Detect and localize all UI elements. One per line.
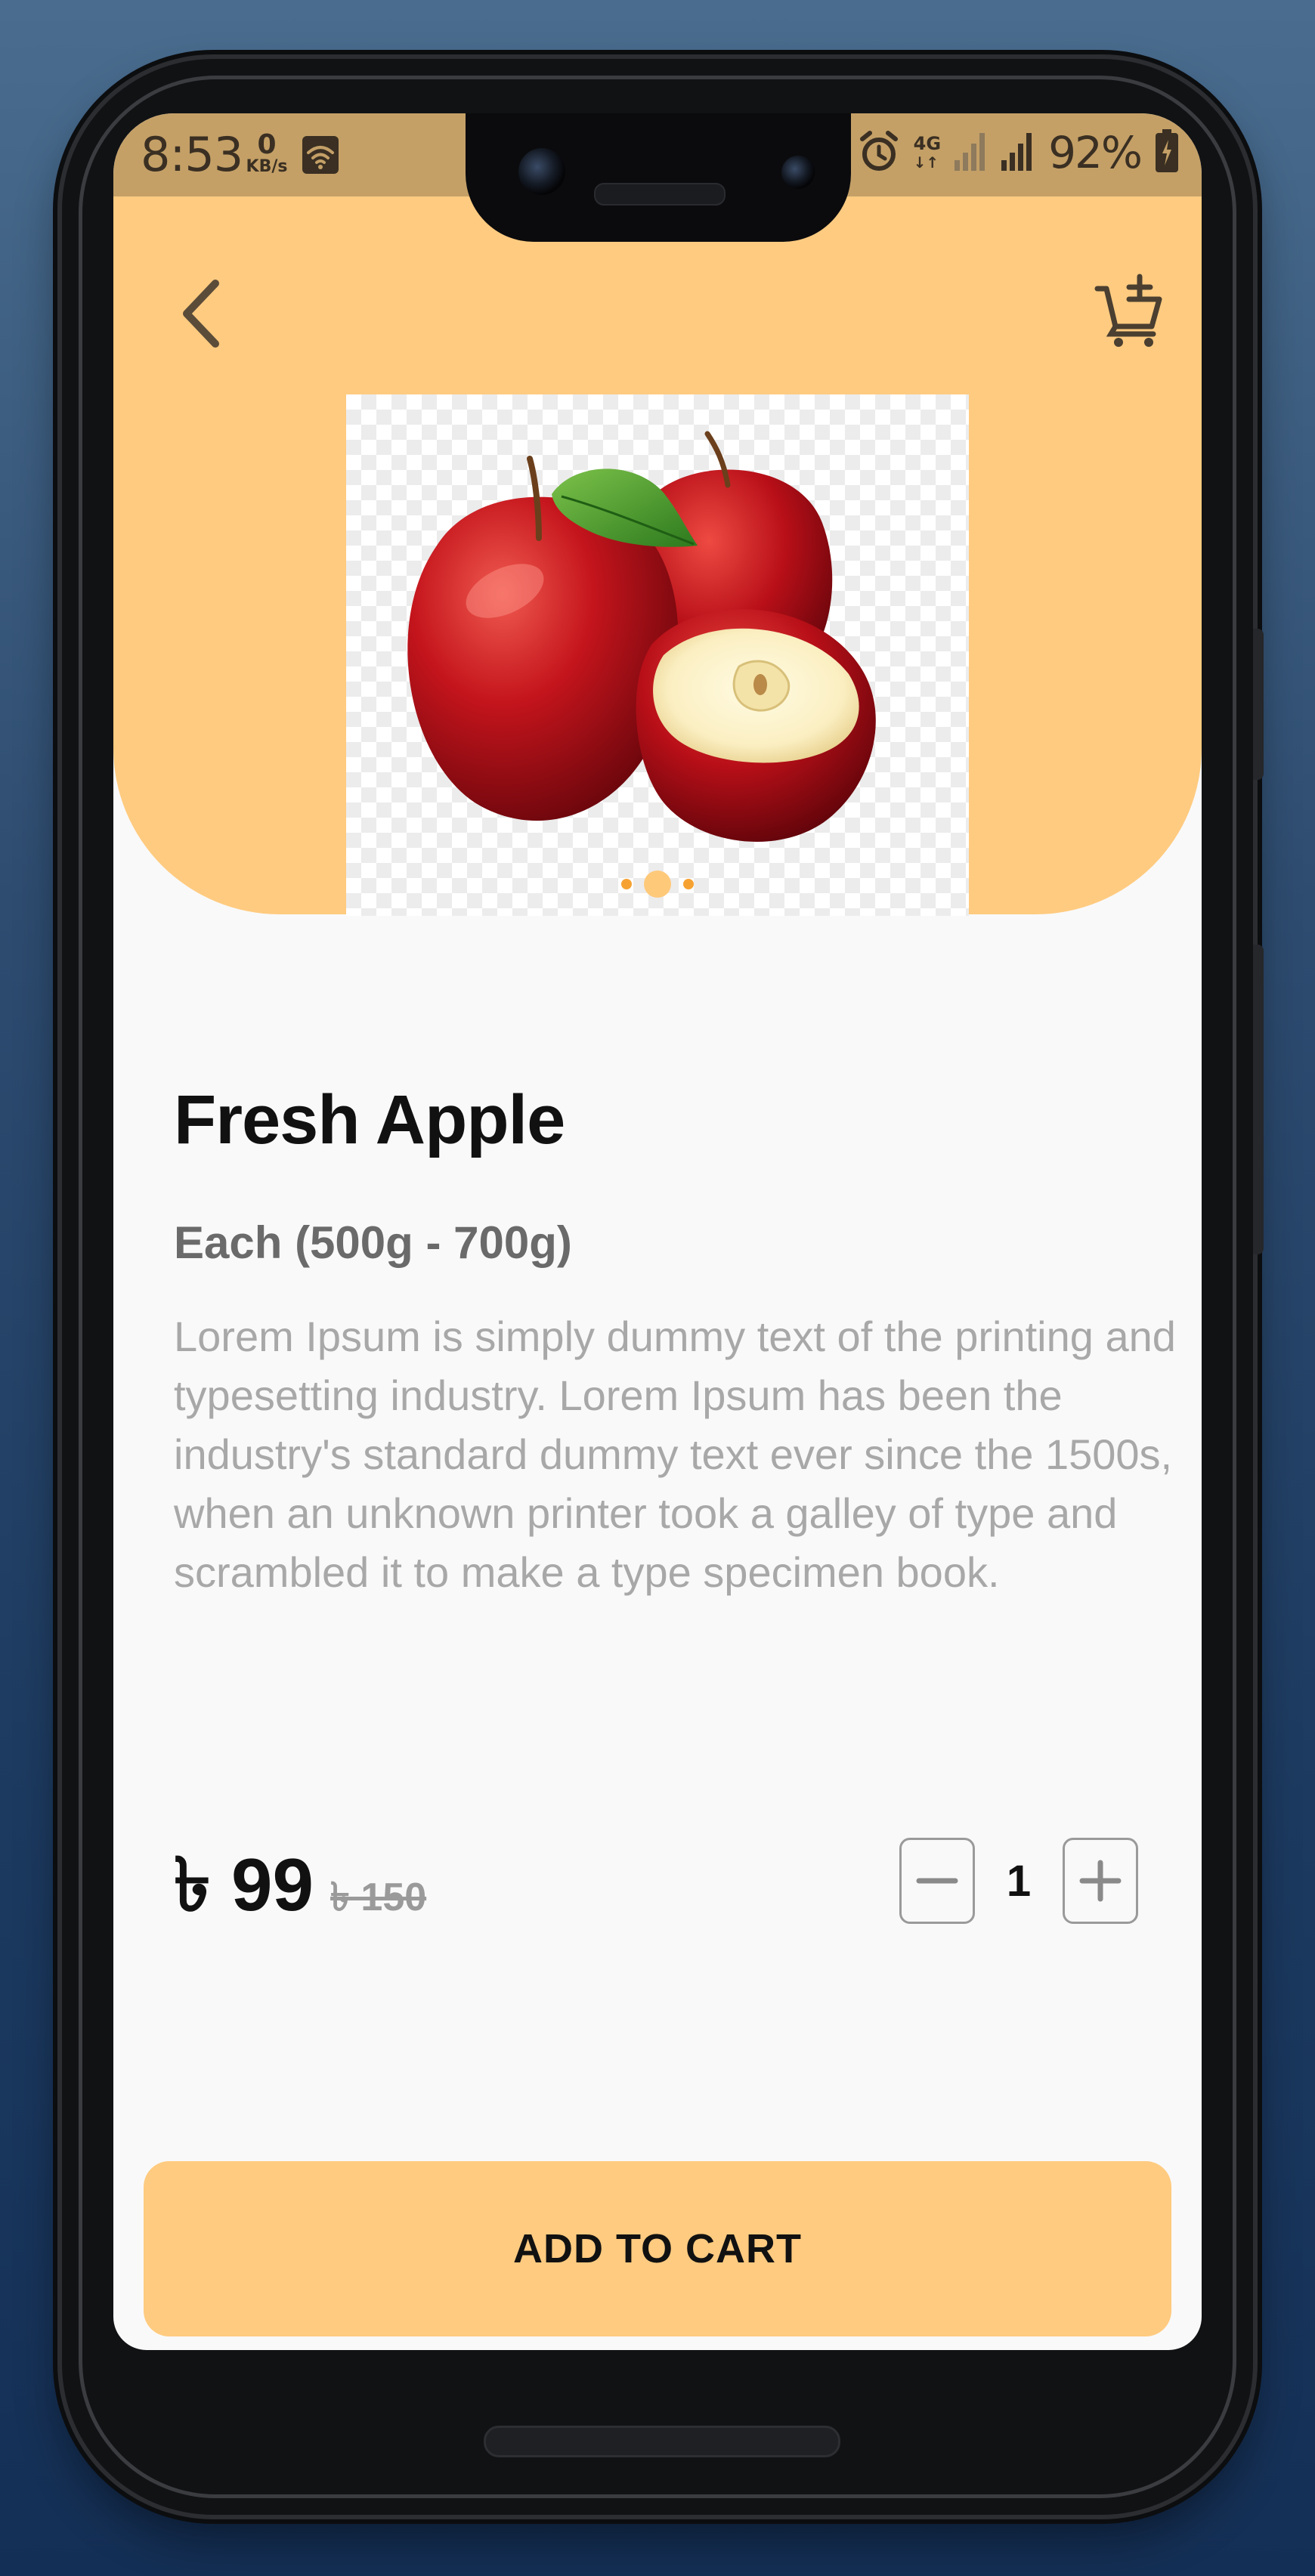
carousel-dot[interactable] xyxy=(683,879,694,889)
battery-percent: 92% xyxy=(1048,127,1143,178)
wifi-icon xyxy=(302,136,339,174)
app-screen: 8:53 0 KB/s 4G ↓↑ 92% Fresh Apple Each (… xyxy=(113,113,1202,2350)
network-speed-value: 0 xyxy=(257,129,277,160)
status-right: 4G ↓↑ 92% xyxy=(858,127,1179,178)
price-row: ৳ 99 ৳ 150 xyxy=(174,1829,426,1952)
front-camera-icon xyxy=(518,148,565,195)
power-button xyxy=(1253,629,1264,780)
front-sensor-icon xyxy=(781,156,815,189)
apple-image xyxy=(407,431,876,843)
quantity-value: 1 xyxy=(1006,1856,1032,1906)
signal-icon xyxy=(955,130,988,176)
add-to-cart-button[interactable]: ADD TO CART xyxy=(144,2161,1171,2336)
network-type-label: 4G xyxy=(913,133,942,154)
network-type: 4G ↓↑ xyxy=(913,133,942,172)
product-title: Fresh Apple xyxy=(174,1081,565,1158)
network-speed-unit: KB/s xyxy=(246,157,288,176)
minus-icon xyxy=(916,1878,958,1884)
cart-add-icon xyxy=(1094,274,1162,347)
back-button[interactable] xyxy=(166,272,234,355)
signal-icon-2 xyxy=(1001,130,1035,176)
battery-icon xyxy=(1155,128,1179,177)
camera-notch xyxy=(466,113,851,242)
carousel-dot-active[interactable] xyxy=(644,871,671,898)
current-price: ৳ 99 xyxy=(174,1843,314,1926)
chevron-left-icon xyxy=(183,280,219,348)
increase-quantity-button[interactable] xyxy=(1063,1838,1138,1924)
carousel-dot[interactable] xyxy=(621,879,632,889)
product-description: Lorem Ipsum is simply dummy text of the … xyxy=(174,1313,1176,1596)
volume-button xyxy=(1253,945,1264,1254)
status-time: 8:53 xyxy=(141,127,243,182)
bottom-speaker xyxy=(484,2426,840,2457)
plus-icon xyxy=(1079,1860,1122,1902)
decrease-quantity-button[interactable] xyxy=(899,1838,975,1924)
original-price: ৳ 150 xyxy=(330,1876,427,1919)
add-cart-header-button[interactable] xyxy=(1087,264,1170,355)
image-carousel-indicator[interactable] xyxy=(113,871,1202,898)
product-image[interactable] xyxy=(346,394,969,916)
network-speed: 0 KB/s xyxy=(240,131,293,175)
earpiece xyxy=(594,183,726,206)
quantity-stepper: 1 xyxy=(899,1838,1138,1924)
product-size: Each (500g - 700g) xyxy=(174,1217,572,1268)
alarm-icon xyxy=(858,128,900,178)
